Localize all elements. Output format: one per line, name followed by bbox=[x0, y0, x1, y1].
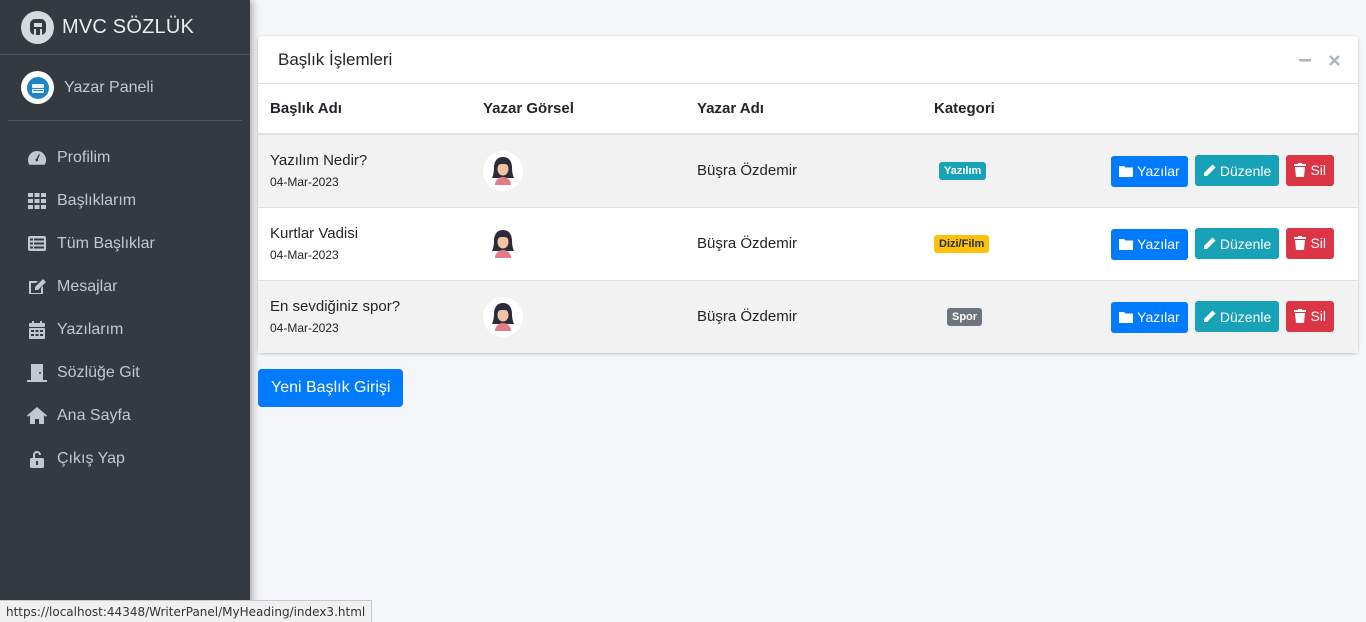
tachometer-icon bbox=[27, 149, 47, 167]
pencil-icon bbox=[1203, 310, 1216, 323]
delete-button[interactable]: Sil bbox=[1286, 300, 1334, 332]
edit-button[interactable]: Düzenle bbox=[1194, 228, 1280, 259]
category-badge: Dizi/Film bbox=[934, 235, 990, 253]
category-badge: Yazılım bbox=[939, 162, 987, 181]
posts-button[interactable]: Yazılar bbox=[1111, 155, 1188, 187]
column-header: Başlık Adı bbox=[258, 84, 471, 135]
heading-date: 04-Mar-2023 bbox=[270, 321, 339, 336]
column-header: Yazar Görsel bbox=[471, 84, 685, 135]
edit-button-label: Düzenle bbox=[1219, 235, 1272, 252]
card-tools bbox=[1299, 54, 1340, 68]
browser-status-url: https://localhost:44348/WriterPanel/MyHe… bbox=[0, 600, 373, 622]
calendar-icon bbox=[27, 320, 47, 339]
posts-button-label: Yazılar bbox=[1137, 236, 1180, 252]
nav-label: Mesajlar bbox=[57, 277, 118, 295]
author-name: Büşra Özdemir bbox=[697, 235, 798, 252]
column-header: Kategori bbox=[922, 84, 1082, 135]
author-name: Büşra Özdemir bbox=[697, 162, 798, 180]
delete-button[interactable]: Sil bbox=[1286, 227, 1334, 259]
posts-button-label: Yazılar bbox=[1137, 163, 1180, 180]
edit-button-label: Düzenle bbox=[1219, 308, 1272, 325]
table-header-row: Başlık Adı Yazar Görsel Yazar Adı Katego… bbox=[258, 84, 1358, 135]
nav-label: Tüm Başlıklar bbox=[57, 234, 155, 252]
folder-icon bbox=[1119, 239, 1134, 250]
nav-item-sozluge-git[interactable]: Sözlüğe Git bbox=[0, 351, 250, 394]
nav-item-yazilarim[interactable]: Yazılarım bbox=[0, 308, 250, 351]
posts-button-label: Yazılar bbox=[1137, 309, 1180, 326]
heading-date: 04-Mar-2023 bbox=[270, 175, 339, 190]
nav-label: Yazılarım bbox=[57, 320, 124, 338]
collapse-icon[interactable] bbox=[1299, 54, 1311, 68]
heading-card: Başlık İşlemleri Başlık Adı Yazar Görsel… bbox=[258, 36, 1358, 353]
edit-button[interactable]: Düzenle bbox=[1194, 301, 1280, 333]
posts-button[interactable]: Yazılar bbox=[1111, 301, 1188, 333]
edit-icon bbox=[27, 278, 47, 296]
trash-icon bbox=[1294, 163, 1307, 178]
table-row: Kurtlar Vadisi 04-Mar-2023 Büşra Özdemir… bbox=[258, 207, 1358, 280]
folder-icon bbox=[1119, 166, 1134, 178]
grid-icon bbox=[27, 192, 47, 210]
author-avatar bbox=[483, 224, 523, 264]
sidebar-nav: Profilim Başlıklarım Tüm Başlıklar Mesaj… bbox=[0, 121, 250, 480]
list-icon bbox=[27, 235, 47, 253]
author-avatar bbox=[483, 296, 523, 337]
table-row: En sevdiğiniz spor? 04-Mar-2023 Büşra Öz… bbox=[258, 280, 1358, 353]
brand-link[interactable]: MVC SÖZLÜK bbox=[0, 0, 250, 55]
door-icon bbox=[27, 363, 47, 382]
card-header: Başlık İşlemleri bbox=[258, 36, 1358, 84]
close-icon[interactable] bbox=[1329, 54, 1340, 68]
nav-item-profilim[interactable]: Profilim bbox=[0, 136, 250, 179]
home-icon bbox=[27, 407, 47, 425]
posts-button[interactable]: Yazılar bbox=[1111, 228, 1188, 260]
pencil-icon bbox=[1203, 237, 1216, 249]
card-title: Başlık İşlemleri bbox=[278, 49, 393, 69]
nav-item-mesajlar[interactable]: Mesajlar bbox=[0, 265, 250, 308]
table-row: Yazılım Nedir? 04-Mar-2023 Büşra Özdemir… bbox=[258, 134, 1358, 207]
delete-button-label: Sil bbox=[1310, 308, 1326, 325]
column-header bbox=[1082, 84, 1358, 135]
nav-label: Çıkış Yap bbox=[57, 449, 125, 467]
heading-title: Yazılım Nedir? bbox=[270, 152, 368, 170]
nav-item-cikis-yap[interactable]: Çıkış Yap bbox=[0, 437, 250, 480]
heading-table: Başlık Adı Yazar Görsel Yazar Adı Katego… bbox=[258, 84, 1358, 353]
heading-date: 04-Mar-2023 bbox=[270, 248, 339, 262]
brand-logo-icon bbox=[21, 10, 54, 44]
books-icon bbox=[21, 71, 54, 104]
author-name: Büşra Özdemir bbox=[697, 308, 798, 326]
nav-label: Sözlüğe Git bbox=[57, 363, 140, 381]
heading-title: Kurtlar Vadisi bbox=[270, 225, 359, 242]
trash-icon bbox=[1294, 309, 1307, 324]
nav-item-basliklarim[interactable]: Başlıklarım bbox=[0, 179, 250, 222]
nav-item-tum-basliklar[interactable]: Tüm Başlıklar bbox=[0, 222, 250, 265]
nav-item-ana-sayfa[interactable]: Ana Sayfa bbox=[0, 394, 250, 437]
delete-button[interactable]: Sil bbox=[1286, 154, 1334, 186]
sidebar: MVC SÖZLÜK Yazar Paneli Profilim Başlıkl… bbox=[0, 0, 250, 622]
brand-name: MVC SÖZLÜK bbox=[62, 15, 195, 38]
delete-button-label: Sil bbox=[1310, 162, 1326, 179]
edit-button[interactable]: Düzenle bbox=[1194, 155, 1280, 187]
pencil-icon bbox=[1203, 164, 1216, 177]
category-badge: Spor bbox=[947, 308, 983, 327]
trash-icon bbox=[1294, 236, 1307, 250]
author-avatar bbox=[483, 150, 523, 191]
user-panel[interactable]: Yazar Paneli bbox=[8, 55, 242, 121]
user-panel-name: Yazar Paneli bbox=[64, 78, 154, 96]
delete-button-label: Sil bbox=[1310, 235, 1326, 251]
nav-label: Başlıklarım bbox=[57, 191, 137, 209]
unlock-icon bbox=[27, 450, 47, 468]
column-header: Yazar Adı bbox=[685, 84, 922, 135]
folder-icon bbox=[1119, 312, 1134, 324]
nav-label: Profilim bbox=[57, 148, 111, 166]
nav-label: Ana Sayfa bbox=[57, 406, 131, 424]
new-heading-button[interactable]: Yeni Başlık Girişi bbox=[258, 369, 404, 407]
edit-button-label: Düzenle bbox=[1219, 162, 1272, 179]
heading-title: En sevdiğiniz spor? bbox=[270, 298, 401, 316]
